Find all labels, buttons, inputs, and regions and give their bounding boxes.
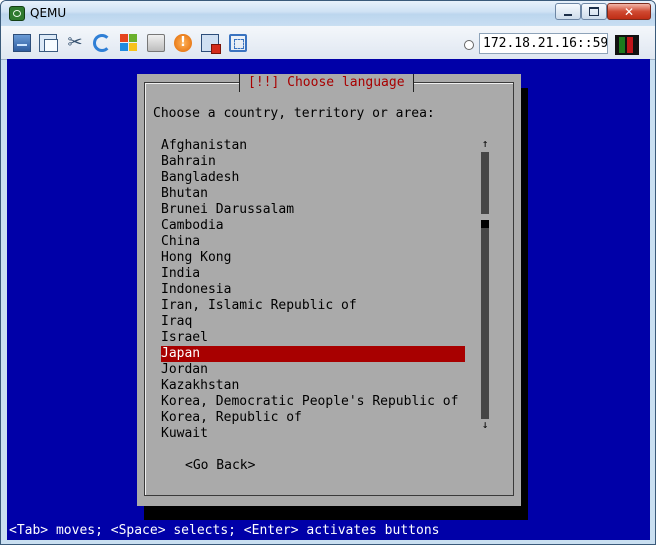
maximize-button[interactable] (581, 3, 607, 20)
toolbar: ✂ ! 172.18.21.16::590 (1, 26, 655, 60)
list-item[interactable]: Korea, Republic of (161, 410, 465, 426)
maximize-icon (582, 4, 606, 19)
qemu-icon (9, 6, 25, 21)
address-field[interactable]: 172.18.21.16::590 (479, 33, 608, 54)
windows-logo-icon[interactable] (120, 34, 138, 52)
scrollbar-track[interactable] (481, 152, 489, 419)
close-button[interactable]: ✕ (607, 3, 651, 20)
windows-copy-icon[interactable] (39, 34, 58, 52)
drive-icon[interactable] (147, 34, 165, 52)
status-icon (615, 35, 639, 55)
minimize-icon (556, 4, 580, 19)
list-scrollbar[interactable]: ↑ ↓ (481, 138, 489, 431)
list-item[interactable]: Bhutan (161, 186, 465, 202)
list-item[interactable]: Hong Kong (161, 250, 465, 266)
tools-icon[interactable]: ✂ (66, 34, 84, 52)
list-item[interactable]: Indonesia (161, 282, 465, 298)
list-item[interactable]: India (161, 266, 465, 282)
monitor-icon[interactable] (13, 34, 31, 52)
list-item[interactable]: Cambodia (161, 218, 465, 234)
qemu-window: QEMU ✕ ✂ ! 172.18.21.16::590 [!!] Choose… (0, 0, 656, 545)
list-item[interactable]: Afghanistan (161, 138, 465, 154)
list-item[interactable]: Iraq (161, 314, 465, 330)
scrollbar-thumb[interactable] (481, 220, 489, 228)
list-item[interactable]: Korea, Democratic People's Republic of (161, 394, 465, 410)
list-item[interactable]: Jordan (161, 362, 465, 378)
list-item[interactable]: Brunei Darussalam (161, 202, 465, 218)
refresh-icon[interactable] (93, 34, 111, 52)
scroll-up-arrow-icon[interactable]: ↑ (481, 138, 489, 150)
help-line: <Tab> moves; <Space> selects; <Enter> ac… (9, 523, 440, 538)
list-item[interactable]: Bahrain (161, 154, 465, 170)
disconnect-icon[interactable] (201, 34, 221, 54)
dialog-title: [!!] Choose language (239, 74, 414, 92)
vm-screen[interactable]: [!!] Choose language Choose a country, t… (7, 59, 650, 540)
window-title: QEMU (30, 6, 67, 20)
go-back-button[interactable]: <Go Back> (185, 458, 255, 474)
scroll-down-arrow-icon[interactable]: ↓ (481, 419, 489, 431)
country-list[interactable]: Afghanistan Bahrain Bangladesh Bhutan Brunei… (161, 138, 465, 442)
alert-icon[interactable]: ! (174, 34, 192, 52)
list-item[interactable]: China (161, 234, 465, 250)
list-item[interactable]: Kazakhstan (161, 378, 465, 394)
close-icon: ✕ (623, 4, 635, 19)
list-item-selected[interactable]: Japan (161, 346, 465, 362)
connection-radio[interactable] (464, 40, 474, 50)
title-bar[interactable]: QEMU ✕ (1, 1, 655, 25)
list-item[interactable]: Israel (161, 330, 465, 346)
fullscreen-icon[interactable] (229, 34, 247, 52)
list-item[interactable]: Bangladesh (161, 170, 465, 186)
list-item[interactable]: Kuwait (161, 426, 465, 442)
choose-language-dialog: [!!] Choose language Choose a country, t… (137, 74, 521, 506)
dialog-prompt: Choose a country, territory or area: (153, 106, 435, 121)
list-item[interactable]: Iran, Islamic Republic of (161, 298, 465, 314)
minimize-button[interactable] (555, 3, 581, 20)
